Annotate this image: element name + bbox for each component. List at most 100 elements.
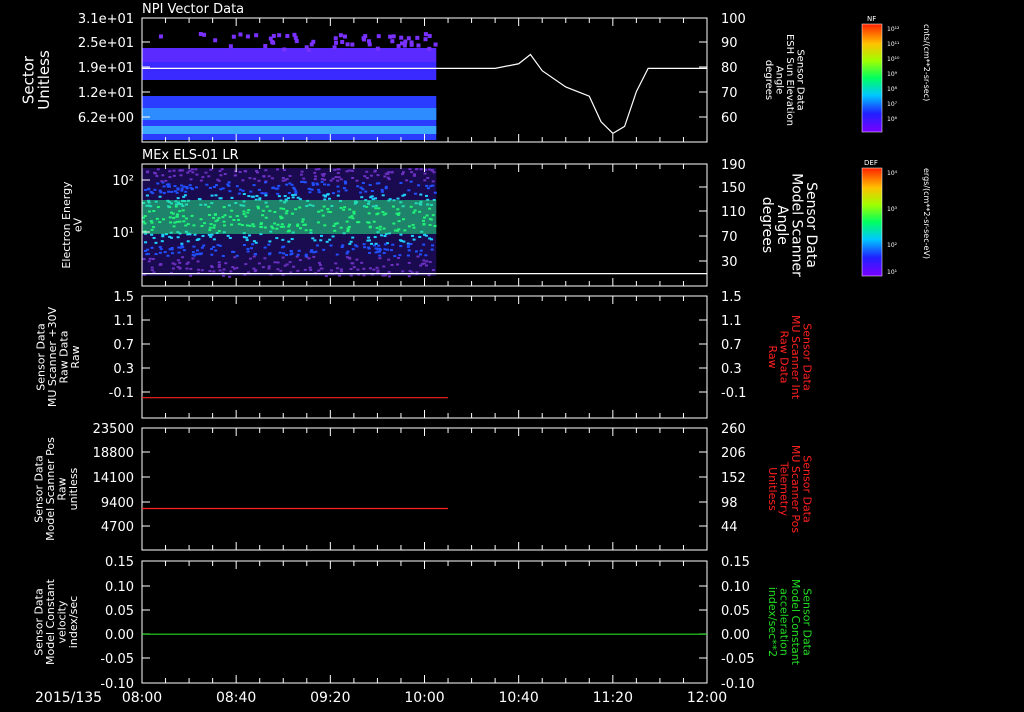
heatmap-cell [191,257,195,260]
heatmap-cell [312,255,316,258]
right-y-axis-label: Sensor DataModel Constantaccelerationind… [766,579,814,666]
heatmap-cell [322,194,326,197]
heatmap-cell [230,196,234,199]
heatmap-cell [423,172,427,175]
heatmap-cell [345,170,349,173]
right-y-tick-label: -0.10 [721,677,755,692]
heatmap-cell [156,168,160,171]
heatmap-cell [399,181,403,184]
heatmap-cell [382,265,386,268]
heatmap-cell [228,275,232,278]
heatmap-cell [428,237,432,240]
heatmap-cell [408,168,412,171]
heatmap-cell [257,188,261,191]
heatmap-cell [176,266,180,269]
heatmap-cell [196,268,200,271]
heatmap-cell [177,246,181,249]
heatmap-cell [252,184,256,187]
y-tick-label: 23500 [93,422,134,437]
right-y-tick-label: 60 [721,111,738,126]
heatmap-cell [200,269,204,272]
heatmap-cell [195,186,199,189]
time-tick-label: 12:00 [687,690,727,706]
heatmap-cell [216,244,220,247]
heatmap-cell [188,184,192,187]
y-axis-label-line: index/sec [67,596,80,648]
heatmap-cell [431,244,435,247]
heatmap-cell [425,260,429,263]
heatmap-cell [281,256,285,259]
heatmap-cell [372,268,376,271]
heatmap-cell [427,274,431,277]
heatmap-cell [277,33,282,38]
heatmap-cell [152,237,156,240]
heatmap-cell [218,170,222,173]
heatmap-cell [355,245,359,248]
heatmap-cell [168,235,172,238]
heatmap-cell [344,182,348,185]
heatmap-cell [180,244,184,247]
heatmap-cell [398,254,402,257]
heatmap-cell [362,37,367,42]
heatmap-cell [277,184,281,187]
heatmap-cell [219,174,223,177]
colorbar-nf-tick: 10⁹ [887,71,898,78]
heatmap-cell [419,168,423,171]
heatmap-cell [407,249,411,252]
heatmap-cell [383,243,387,246]
heatmap-cell [210,253,214,256]
heatmap-cell [235,266,239,269]
right-y-axis-label-line: degrees [763,60,774,100]
heatmap-cell [407,189,411,192]
heatmap-cell [317,261,321,264]
heatmap-cell [181,256,185,259]
heatmap-cell [319,234,323,237]
heatmap-cell [201,234,205,237]
heatmap-cell [175,191,179,194]
heatmap-cell [145,253,149,256]
heatmap-cell [289,250,293,253]
heatmap-cell [325,240,329,243]
heatmap-cell [228,44,233,49]
heatmap-cell [209,168,213,171]
heatmap-cell [388,34,393,39]
heatmap-cell [263,257,267,260]
heatmap-cell [432,171,436,174]
heatmap-cell [173,185,177,188]
heatmap-cell [218,269,222,272]
y-tick-label: 10² [112,174,134,189]
heatmap-cell [401,171,405,174]
heatmap-cell [192,245,196,248]
heatmap-cell [209,235,213,238]
heatmap-cell [326,183,330,186]
heatmap-cell [373,169,377,172]
heatmap-cell [268,252,272,255]
right-y-tick-label: 70 [721,230,738,245]
heatmap-cell [331,192,335,195]
heatmap-cell [382,251,386,254]
heatmap-cell [257,179,261,182]
heatmap-cell [221,274,225,277]
heatmap-cell [345,252,349,255]
heatmap-cell [386,248,390,251]
heatmap-cell [329,244,333,247]
y-tick-label: 1.2e+01 [78,86,134,101]
heatmap-cell [153,188,157,191]
heatmap-cell [271,187,275,190]
heatmap-cell [425,194,429,197]
heatmap-cell [171,267,175,270]
heatmap-cell [332,45,337,50]
heatmap-cell [340,39,345,44]
heatmap-cell [248,177,252,180]
heatmap-cell [384,185,388,188]
heatmap-cell [380,234,384,237]
heatmap-cell [317,188,321,191]
heatmap-cell [254,33,259,38]
heatmap-cell [386,176,390,179]
heatmap-cell [173,263,177,266]
panel-frame [141,295,708,419]
heatmap-cell [307,257,311,260]
right-y-tick-label: 30 [721,255,738,270]
heatmap-cell [251,243,255,246]
heatmap-cell [412,238,416,241]
